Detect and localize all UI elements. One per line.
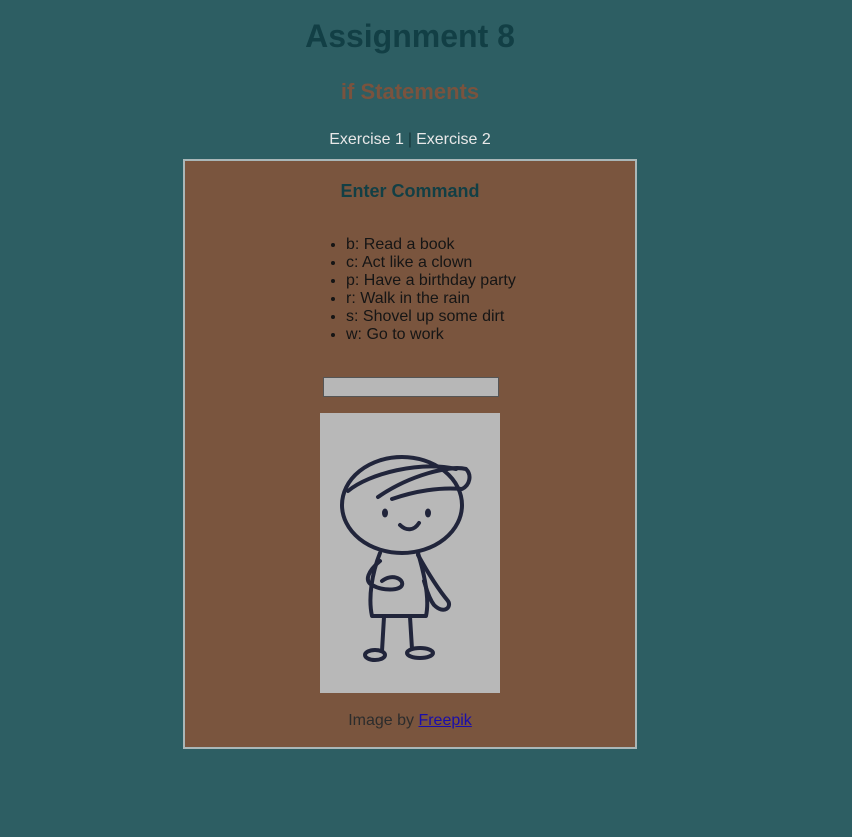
- command-list: b: Read a book c: Act like a clown p: Ha…: [328, 236, 516, 344]
- panel-title: Enter Command: [340, 181, 480, 201]
- page-subtitle: if Statements: [340, 79, 480, 104]
- command-item-c: c: Act like a clown: [346, 254, 516, 272]
- stick-figure-cap-illustration: [340, 455, 472, 662]
- credit-prefix: Image by: [348, 712, 419, 729]
- command-item-s: s: Shovel up some dirt: [346, 308, 516, 326]
- nav-separator: |: [407, 131, 413, 148]
- command-item-r: r: Walk in the rain: [346, 290, 516, 308]
- command-panel: Enter Command b: Read a book c: Act like…: [183, 159, 637, 749]
- command-item-b: b: Read a book: [346, 236, 516, 254]
- nav-link-exercise-2[interactable]: Exercise 2: [416, 131, 491, 148]
- command-item-w: w: Go to work: [346, 326, 516, 344]
- exercise-nav: Exercise 1 | Exercise 2: [0, 131, 820, 149]
- command-input[interactable]: [323, 377, 499, 397]
- page-title: Assignment 8: [305, 18, 515, 54]
- command-item-p: p: Have a birthday party: [346, 272, 516, 290]
- stick-figure-image: [320, 413, 500, 693]
- nav-link-exercise-1[interactable]: Exercise 1: [329, 131, 404, 148]
- freepik-link[interactable]: Freepik: [418, 712, 471, 729]
- image-credit: Image by Freepik: [185, 712, 635, 730]
